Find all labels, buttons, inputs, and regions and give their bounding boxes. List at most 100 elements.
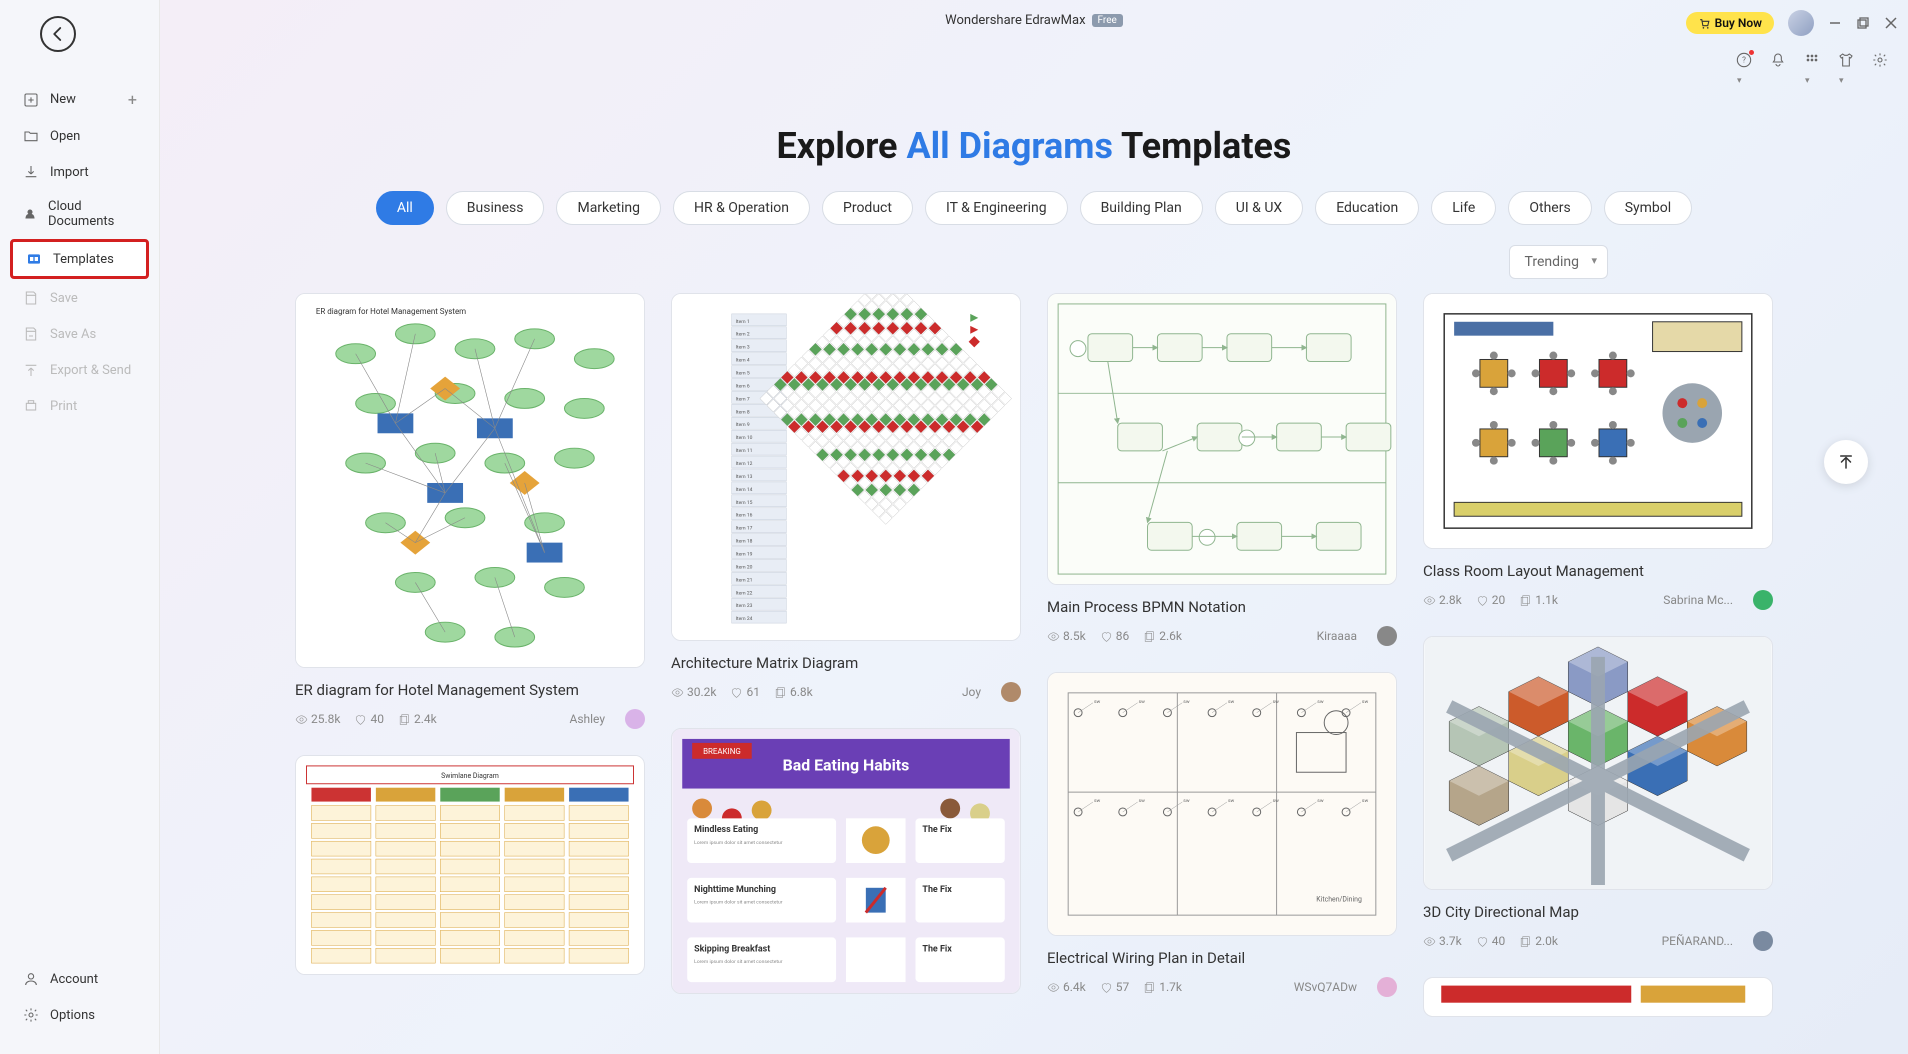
svg-text:sw: sw <box>1317 699 1324 705</box>
svg-text:Item 12: Item 12 <box>736 461 753 467</box>
template-title: Main Process BPMN Notation <box>1047 597 1397 618</box>
author-avatar[interactable] <box>1753 931 1773 951</box>
title-prefix: Explore <box>777 125 907 167</box>
svg-text:Item 6: Item 6 <box>736 383 750 389</box>
bell-icon[interactable] <box>1770 52 1786 68</box>
arrow-up-icon <box>1837 453 1855 471</box>
page-title: Explore All Diagrams Templates <box>200 125 1868 167</box>
title-suffix: Templates <box>1113 125 1291 167</box>
sidebar-item-open[interactable]: Open <box>10 119 149 153</box>
sidebar-item-templates[interactable]: Templates <box>10 239 149 279</box>
sidebar-item-new[interactable]: New+ <box>10 82 149 117</box>
menu-label: Options <box>50 1008 95 1023</box>
sort-select[interactable]: Trending <box>1509 245 1608 279</box>
template-thumbnail[interactable] <box>1423 293 1773 549</box>
views: 6.4k <box>1047 980 1086 994</box>
minimize-button[interactable] <box>1828 16 1842 30</box>
scroll-top-button[interactable] <box>1824 440 1868 484</box>
chip-life[interactable]: Life <box>1431 191 1496 225</box>
template-thumbnail[interactable]: Item 1Item 2Item 3Item 4Item 5Item 6Item… <box>671 293 1021 641</box>
svg-text:sw: sw <box>1273 798 1280 804</box>
chip-hr-operation[interactable]: HR & Operation <box>673 191 810 225</box>
views: 2.8k <box>1423 593 1462 607</box>
svg-text:Skipping Breakfast: Skipping Breakfast <box>694 944 770 954</box>
chip-building-plan[interactable]: Building Plan <box>1080 191 1203 225</box>
template-thumbnail[interactable]: Swimlane Diagram <box>295 755 645 975</box>
apps-icon[interactable]: ▾ <box>1804 52 1820 68</box>
template-card: Item 1Item 2Item 3Item 4Item 5Item 6Item… <box>671 293 1021 702</box>
help-icon[interactable]: ?▾ <box>1736 52 1752 68</box>
svg-text:Item 10: Item 10 <box>736 435 753 441</box>
svg-text:Item 15: Item 15 <box>736 500 753 506</box>
sidebar-item-print[interactable]: Print <box>10 389 149 423</box>
titlebar: Wondershare EdrawMax Free Buy Now ?▾ ▾ ▾ <box>160 0 1908 95</box>
template-thumbnail[interactable]: BREAKING Bad Eating Habits Mindless Eati… <box>671 728 1021 994</box>
template-thumbnail[interactable]: ER diagram for Hotel Management System <box>295 293 645 668</box>
svg-text:sw: sw <box>1094 699 1101 705</box>
svg-text:Lorem ipsum dolor sit amet con: Lorem ipsum dolor sit amet consectetur <box>694 840 783 846</box>
close-button[interactable] <box>1884 16 1898 30</box>
chip-ui-ux[interactable]: UI & UX <box>1215 191 1303 225</box>
template-thumbnail[interactable]: swswswswswswswswswswswswswsw Kitchen/Din… <box>1047 672 1397 936</box>
author-avatar[interactable] <box>1377 977 1397 997</box>
chip-education[interactable]: Education <box>1315 191 1419 225</box>
plus-icon[interactable]: + <box>128 90 137 109</box>
sidebar-item-save[interactable]: Save <box>10 281 149 315</box>
back-button[interactable] <box>40 16 76 52</box>
template-card: swswswswswswswswswswswswswsw Kitchen/Din… <box>1047 672 1397 997</box>
menu-icon <box>22 205 38 223</box>
menu-icon <box>22 289 40 307</box>
template-card: Class Room Layout Management 2.8k 20 1.1… <box>1423 293 1773 610</box>
chip-symbol[interactable]: Symbol <box>1604 191 1692 225</box>
chip-all[interactable]: All <box>376 191 434 225</box>
svg-text:Lorem ipsum dolor sit amet con: Lorem ipsum dolor sit amet consectetur <box>694 959 783 965</box>
copies: 6.8k <box>774 685 813 699</box>
chip-it-engineering[interactable]: IT & Engineering <box>925 191 1068 225</box>
svg-text:Swimlane Diagram: Swimlane Diagram <box>441 772 499 780</box>
buy-now-button[interactable]: Buy Now <box>1686 12 1774 34</box>
cart-icon <box>1698 17 1711 30</box>
maximize-button[interactable] <box>1856 16 1870 30</box>
svg-text:sw: sw <box>1183 699 1190 705</box>
svg-text:Item 8: Item 8 <box>736 409 750 415</box>
chip-product[interactable]: Product <box>822 191 913 225</box>
svg-text:sw: sw <box>1139 699 1146 705</box>
menu-icon <box>22 91 40 109</box>
gear-icon[interactable] <box>1872 52 1888 68</box>
author-avatar[interactable] <box>1377 626 1397 646</box>
content: Explore All Diagrams Templates All Busine… <box>160 95 1908 1054</box>
likes: 40 <box>354 712 384 726</box>
menu-label: Save As <box>50 327 96 342</box>
svg-text:Kitchen/Dining: Kitchen/Dining <box>1316 895 1362 903</box>
sidebar-item-account[interactable]: Account <box>10 962 149 996</box>
author-avatar[interactable] <box>1753 590 1773 610</box>
svg-text:Item 9: Item 9 <box>736 422 750 428</box>
svg-text:sw: sw <box>1228 699 1235 705</box>
template-thumbnail[interactable] <box>1047 293 1397 585</box>
sidebar-item-options[interactable]: Options <box>10 998 149 1032</box>
svg-text:BREAKING: BREAKING <box>703 747 741 756</box>
svg-text:sw: sw <box>1317 798 1324 804</box>
copies: 2.6k <box>1143 629 1182 643</box>
sidebar-item-save-as[interactable]: Save As <box>10 317 149 351</box>
template-meta: 6.4k 57 1.7k WSvQ7ADw <box>1047 977 1397 997</box>
template-thumbnail[interactable] <box>1423 977 1773 1017</box>
svg-text:Item 4: Item 4 <box>736 358 750 364</box>
sidebar-item-import[interactable]: Import <box>10 155 149 189</box>
views: 30.2k <box>671 685 716 699</box>
svg-text:Item 21: Item 21 <box>736 577 753 583</box>
template-thumbnail[interactable] <box>1423 636 1773 890</box>
menu-icon <box>22 361 40 379</box>
menu-label: Print <box>50 399 77 414</box>
svg-text:Item 23: Item 23 <box>736 603 753 609</box>
author-avatar[interactable] <box>625 709 645 729</box>
sidebar-item-cloud-documents[interactable]: Cloud Documents <box>10 191 149 237</box>
author-avatar[interactable] <box>1001 682 1021 702</box>
chip-others[interactable]: Others <box>1508 191 1591 225</box>
user-avatar[interactable] <box>1788 10 1814 36</box>
chip-business[interactable]: Business <box>446 191 545 225</box>
sidebar-item-export-send[interactable]: Export & Send <box>10 353 149 387</box>
chip-marketing[interactable]: Marketing <box>556 191 661 225</box>
menu-icon <box>22 397 40 415</box>
shirt-icon[interactable]: ▾ <box>1838 52 1854 68</box>
